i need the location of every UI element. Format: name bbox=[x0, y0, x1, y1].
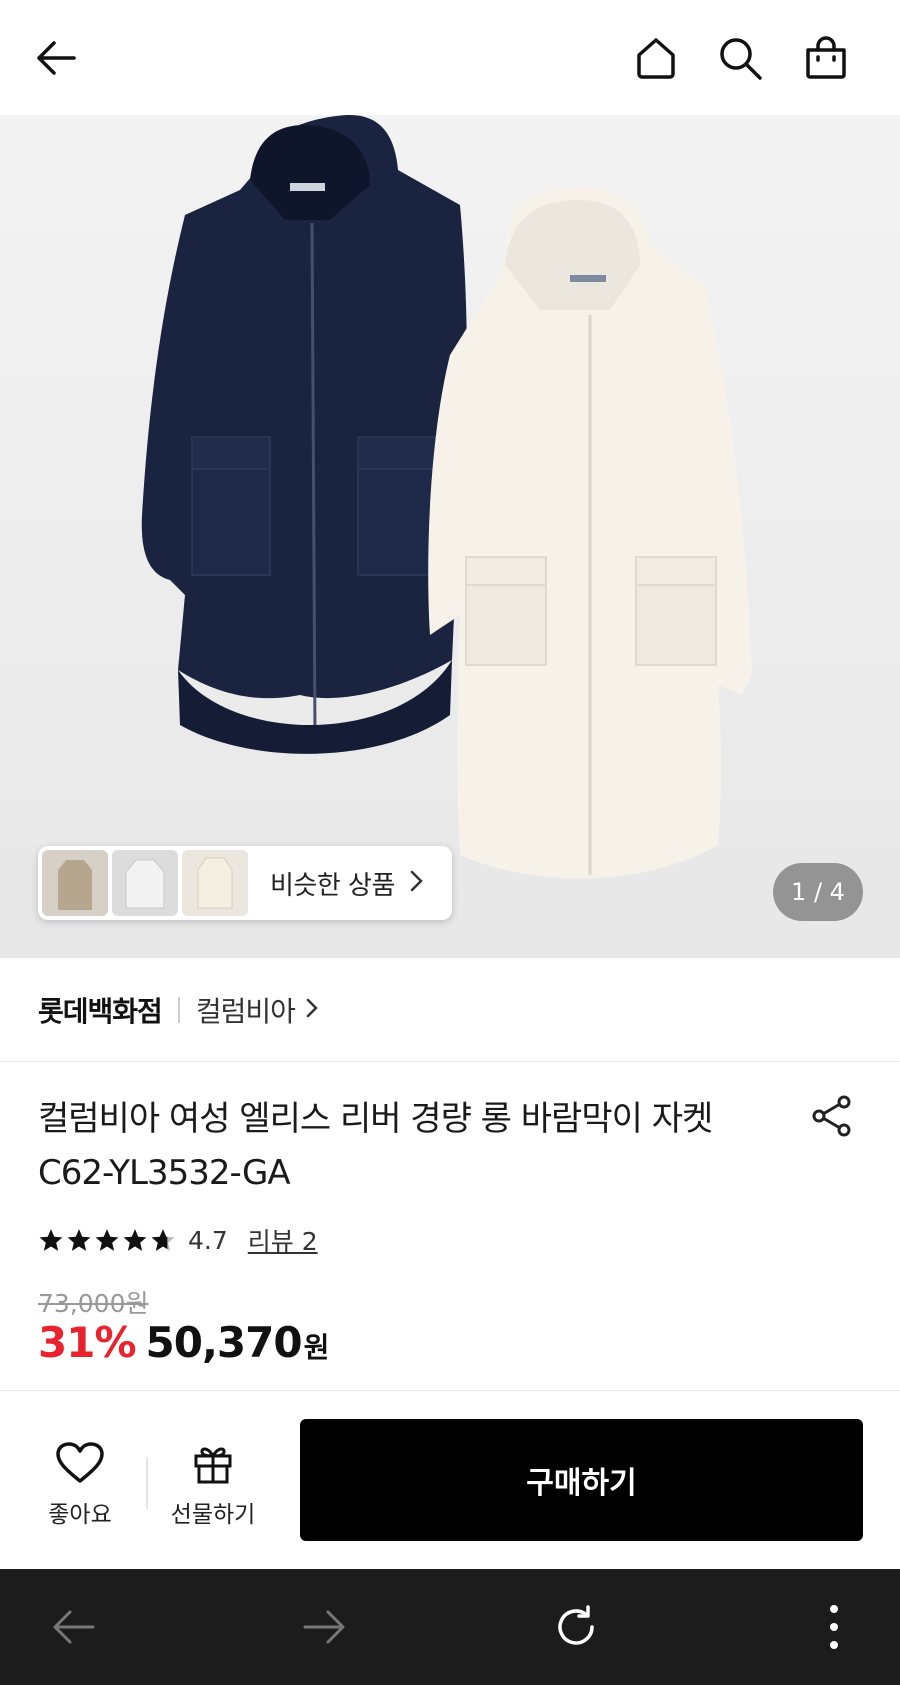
chevron-right-icon bbox=[409, 869, 425, 897]
original-price: 73,000원 bbox=[38, 1289, 149, 1318]
gift-icon bbox=[194, 1447, 232, 1484]
star-icon bbox=[39, 1229, 63, 1251]
back-arrow-icon[interactable] bbox=[46, 1599, 102, 1655]
star-rating bbox=[38, 1227, 176, 1253]
action-divider bbox=[146, 1457, 148, 1509]
product-title: 컬럼비아 여성 엘리스 리버 경량 롱 바람막이 자켓 C62-YL3532-G… bbox=[38, 1099, 713, 1193]
shopping-bag-icon[interactable] bbox=[798, 30, 854, 86]
back-arrow-icon[interactable] bbox=[28, 30, 84, 86]
navy-coat bbox=[141, 115, 467, 754]
buy-button[interactable]: 구매하기 bbox=[300, 1419, 863, 1541]
brand-row: 롯데백화점 컬럼비아 bbox=[0, 958, 900, 1062]
action-bar: 좋아요 선물하기 구매하기 bbox=[0, 1391, 900, 1569]
product-image[interactable]: 비슷한 상품 1 / 4 bbox=[0, 115, 900, 958]
currency-unit: 원 bbox=[303, 1331, 330, 1364]
similar-products-button[interactable]: 비슷한 상품 bbox=[38, 846, 452, 920]
review-link[interactable]: 리뷰 2 bbox=[248, 1222, 318, 1258]
rating-row: 4.7 리뷰 2 bbox=[38, 1222, 318, 1258]
white-coat bbox=[428, 186, 752, 879]
image-pager: 1 / 4 bbox=[773, 863, 863, 921]
reload-icon[interactable] bbox=[548, 1599, 604, 1655]
similar-products-label: 비슷한 상품 bbox=[270, 870, 395, 901]
star-half-icon bbox=[151, 1229, 175, 1251]
search-icon[interactable] bbox=[712, 30, 768, 86]
discount-percent: 31% bbox=[38, 1318, 137, 1367]
star-icon bbox=[95, 1229, 119, 1251]
browser-nav-bar bbox=[0, 1569, 900, 1685]
sale-price: 50,370 bbox=[145, 1318, 303, 1367]
gift-label: 선물하기 bbox=[170, 1502, 256, 1528]
share-icon[interactable] bbox=[810, 1094, 854, 1138]
heart-icon bbox=[56, 1442, 104, 1483]
brand-divider bbox=[177, 996, 180, 1023]
similar-thumb-cream[interactable] bbox=[182, 850, 248, 916]
chevron-right-icon[interactable] bbox=[305, 997, 319, 1023]
store-name[interactable]: 롯데백화점 bbox=[38, 990, 163, 1030]
rating-score: 4.7 bbox=[188, 1225, 228, 1255]
more-vertical-icon[interactable] bbox=[806, 1599, 862, 1655]
brand-link[interactable]: 컬럼비아 bbox=[196, 990, 296, 1030]
forward-arrow-icon[interactable] bbox=[296, 1599, 352, 1655]
star-icon bbox=[123, 1229, 147, 1251]
like-label: 좋아요 bbox=[48, 1502, 112, 1528]
like-button[interactable]: 좋아요 bbox=[30, 1441, 130, 1529]
price-line: 31% 50,370 원 bbox=[38, 1318, 329, 1367]
gift-button[interactable]: 선물하기 bbox=[158, 1441, 268, 1529]
top-bar bbox=[0, 0, 900, 115]
home-icon[interactable] bbox=[628, 30, 684, 86]
coat-illustration bbox=[141, 115, 752, 879]
star-icon bbox=[67, 1229, 91, 1251]
similar-thumb-beige[interactable] bbox=[42, 850, 108, 916]
similar-thumb-grey[interactable] bbox=[112, 850, 178, 916]
